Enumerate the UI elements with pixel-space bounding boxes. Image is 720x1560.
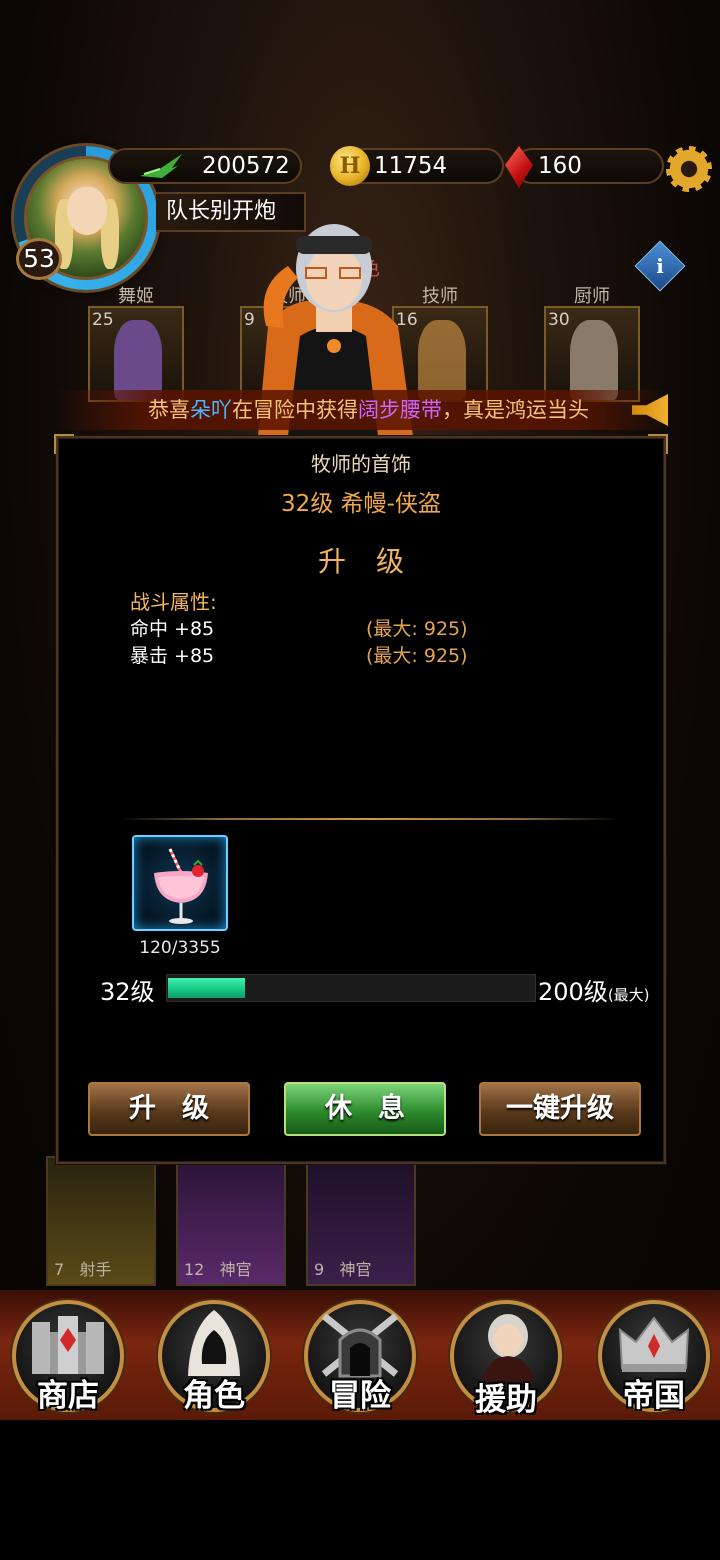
team-hero-class: 射手	[79, 1260, 112, 1279]
team-hero-class: 神官	[339, 1260, 372, 1279]
team-hero-caption: 12 神官	[184, 1256, 252, 1280]
nav-character-label: 角色	[183, 1378, 245, 1414]
xp-value: 200572	[202, 153, 290, 179]
xp-wing-icon	[140, 154, 182, 178]
hero-level: 25	[92, 310, 114, 330]
castle-shop-icon	[32, 1316, 104, 1374]
attribute-max: (最大: 925)	[366, 618, 468, 640]
team-hero-card[interactable]: 7 射手	[46, 1156, 156, 1286]
announcement-suffix: ，真是鸿运当头	[442, 398, 589, 422]
player-level-badge: 53	[16, 238, 62, 280]
team-hero-card[interactable]: 9 神官	[306, 1156, 416, 1286]
gem-value: 160	[538, 153, 582, 179]
material-count: 120/3355	[139, 938, 221, 958]
material-slot[interactable]	[132, 835, 228, 931]
gold-value: 11754	[374, 153, 448, 179]
team-hero-caption: 9 神官	[314, 1256, 371, 1280]
hero-portrait	[114, 320, 162, 400]
team-hero-class: 神官	[219, 1260, 252, 1279]
attribute-value: 暴击 +85	[130, 645, 215, 667]
announcement-prefix: 恭喜	[148, 398, 190, 422]
hero-card[interactable]: 30	[544, 306, 640, 402]
announcement-item: 阔步腰带	[358, 398, 442, 422]
rest-button[interactable]: 休息	[284, 1082, 446, 1136]
assist-girl-icon	[482, 1314, 534, 1382]
gem-bar: 160	[514, 148, 664, 184]
item-name: 牧师的首饰	[311, 452, 411, 476]
level-progress-fill	[168, 978, 245, 998]
team-hero-card[interactable]: 12 神官	[176, 1156, 286, 1286]
hero-portrait	[418, 320, 466, 400]
attribute-value: 命中 +85	[130, 618, 215, 640]
hero-class-label: 厨师	[574, 286, 610, 307]
team-hero-caption: 7 射手	[54, 1256, 111, 1280]
team-hero-level: 7	[54, 1260, 65, 1279]
announcement-player: 朵吖	[190, 398, 232, 422]
settings-gear-icon[interactable]	[666, 146, 712, 192]
hero-portrait	[570, 320, 618, 400]
nav-assist-label: 援助	[475, 1382, 537, 1418]
info-icon-letter: i	[656, 254, 664, 278]
gold-coin-icon: H	[330, 146, 370, 186]
attribute-max: (最大: 925)	[366, 645, 468, 667]
max-level-value: 200级	[538, 978, 608, 1006]
one-click-upgrade-button[interactable]: 一键升级	[479, 1082, 641, 1136]
crown-icon	[618, 1316, 690, 1372]
announcement-middle: 在冒险中获得	[232, 398, 358, 422]
dialog-divider	[120, 818, 620, 820]
item-owner-subtitle: 32级 希幔-侠盗	[281, 491, 441, 517]
upgrade-button[interactable]: 升级	[88, 1082, 250, 1136]
team-hero-level: 12	[184, 1260, 205, 1279]
upgrade-heading: 升级	[317, 545, 434, 578]
hooded-figure-icon	[188, 1310, 240, 1376]
hero-level: 30	[548, 310, 570, 330]
hero-card[interactable]: 25	[88, 306, 184, 402]
hero-class-label: 舞姬	[118, 286, 154, 307]
combat-attributes-header: 战斗属性:	[130, 590, 217, 614]
max-level-note: (最大)	[607, 986, 650, 1004]
nav-empire-label: 帝国	[623, 1378, 685, 1414]
xp-bar: 200572	[108, 148, 302, 184]
max-level-label: 200级(最大)	[538, 972, 650, 1007]
nav-shop-label: 商店	[37, 1378, 99, 1414]
avatar-face	[67, 187, 107, 235]
announcement-text: 恭喜朵吖在冒险中获得阔步腰带，真是鸿运当头	[148, 396, 589, 424]
nav-adventure-label: 冒险	[329, 1378, 391, 1414]
cocktail-drink-icon	[154, 848, 208, 924]
current-level-label: 32级	[100, 978, 155, 1006]
team-hero-level: 9	[314, 1260, 325, 1279]
